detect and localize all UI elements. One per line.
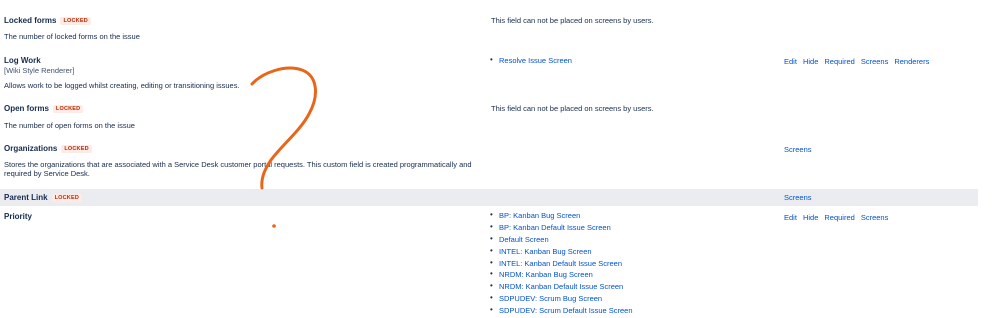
locked-badge: LOCKED <box>60 17 91 25</box>
screens-link[interactable]: Screens <box>784 193 812 202</box>
field-description: Stores the organizations that are associ… <box>4 160 472 178</box>
field-name-log-work: Log Work <box>4 56 41 65</box>
required-link[interactable]: Required <box>824 213 854 222</box>
screens-link[interactable]: Screens <box>861 57 889 66</box>
screen-link[interactable]: INTEL: Kanban Default Issue Screen <box>490 258 633 271</box>
field-screen-note: This field can not be placed on screens … <box>491 104 654 113</box>
field-name-label: Parent Link <box>4 193 48 202</box>
field-description: The number of open forms on the issue <box>4 121 135 130</box>
screens-list: BP: Kanban Bug Screen BP: Kanban Default… <box>490 210 633 318</box>
field-row-open-forms: Open forms LOCKED The number of open form… <box>0 100 978 134</box>
locked-badge: LOCKED <box>52 105 84 113</box>
field-actions: Screens <box>784 145 818 154</box>
screens-link[interactable]: Screens <box>861 213 889 222</box>
field-name-label: Open forms <box>4 104 49 113</box>
field-actions: Edit Hide Required Screens Renderers <box>784 57 935 66</box>
field-name-priority: Priority <box>4 212 33 221</box>
field-row-priority: Priority BP: Kanban Bug Screen BP: Kanba… <box>0 208 978 318</box>
screen-link[interactable]: INTEL: Kanban Bug Screen <box>490 246 633 259</box>
field-name-parent-link: Parent Link LOCKED <box>4 193 83 202</box>
field-renderer: [Wiki Style Renderer] <box>4 66 75 75</box>
screens-list: Resolve Issue Screen <box>490 55 572 68</box>
field-name-open-forms: Open forms LOCKED <box>4 104 84 113</box>
field-row-locked-forms: Locked forms LOCKED The number of locked … <box>0 12 978 44</box>
screen-link[interactable]: Default Screen <box>490 234 633 247</box>
required-link[interactable]: Required <box>824 57 854 66</box>
renderers-link[interactable]: Renderers <box>894 57 929 66</box>
screen-link[interactable]: Resolve Issue Screen <box>490 55 572 68</box>
screen-link[interactable]: BP: Kanban Default Issue Screen <box>490 222 633 235</box>
screen-link[interactable]: SDPUDEV: Scrum Default Issue Screen <box>490 305 633 318</box>
edit-link[interactable]: Edit <box>784 213 797 222</box>
field-name-organizations: Organizations LOCKED <box>4 144 92 153</box>
locked-badge: LOCKED <box>61 145 92 153</box>
field-row-organizations: Organizations LOCKED Stores the organizat… <box>0 140 978 186</box>
edit-link[interactable]: Edit <box>784 57 797 66</box>
field-description: Allows work to be logged whilst creating… <box>4 81 240 90</box>
screen-link[interactable]: BP: Kanban Bug Screen <box>490 210 633 223</box>
screen-link[interactable]: NRDM: Kanban Bug Screen <box>490 269 633 282</box>
screen-link[interactable]: NRDM: Kanban Default Issue Screen <box>490 281 633 294</box>
screens-link[interactable]: Screens <box>784 145 812 154</box>
field-description: The number of locked forms on the issue <box>4 32 140 41</box>
field-actions: Screens <box>784 193 818 202</box>
screen-link[interactable]: SDPUDEV: Scrum Bug Screen <box>490 293 633 306</box>
locked-badge: LOCKED <box>51 194 83 202</box>
field-name-label: Locked forms <box>4 16 57 25</box>
field-name-locked-forms: Locked forms LOCKED <box>4 16 91 25</box>
hide-link[interactable]: Hide <box>803 213 818 222</box>
hide-link[interactable]: Hide <box>803 57 818 66</box>
field-name-label: Organizations <box>4 144 58 153</box>
field-actions: Edit Hide Required Screens <box>784 213 894 222</box>
field-row-log-work: Log Work [Wiki Style Renderer] Allows wo… <box>0 52 978 94</box>
field-row-parent-link: Parent Link LOCKED Screens <box>0 189 978 206</box>
field-screen-note: This field can not be placed on screens … <box>491 16 654 25</box>
